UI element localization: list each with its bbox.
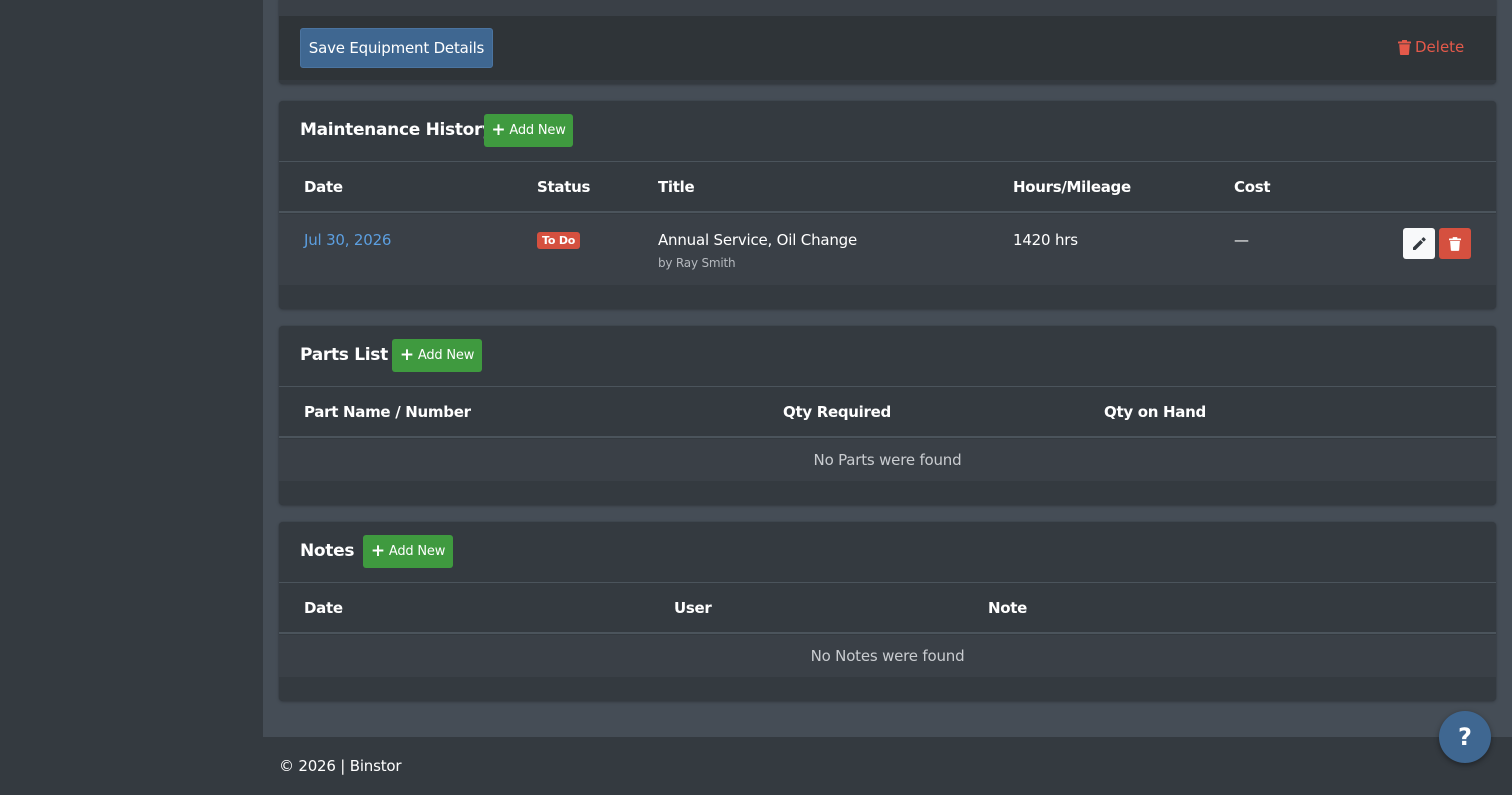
footer-copyright: © 2026 | Binstor xyxy=(279,757,402,775)
add-maintenance-button[interactable]: + Add New xyxy=(484,114,573,147)
add-part-button[interactable]: + Add New xyxy=(392,339,482,372)
col-note-date: Date xyxy=(304,599,343,617)
notes-empty-message: No Notes were found xyxy=(279,635,1496,677)
delete-label: Delete xyxy=(1415,38,1465,56)
maintenance-history-card: Maintenance History + Add New Date Statu… xyxy=(279,101,1496,309)
maintenance-date-link[interactable]: Jul 30, 2026 xyxy=(304,231,391,249)
help-button[interactable]: ? xyxy=(1439,711,1491,763)
card-footer: Save Equipment Details Delete xyxy=(279,16,1496,80)
plus-icon: + xyxy=(370,541,385,561)
trash-icon xyxy=(1449,236,1461,251)
plus-icon: + xyxy=(399,345,414,365)
parts-table-header: Part Name / Number Qty Required Qty on H… xyxy=(279,386,1496,438)
maintenance-cost-cell: — xyxy=(1234,231,1249,249)
add-note-button[interactable]: + Add New xyxy=(363,535,453,568)
parts-title: Parts List xyxy=(300,345,388,365)
edit-maintenance-button[interactable] xyxy=(1403,228,1435,259)
notes-header: Notes + Add New xyxy=(279,522,1496,583)
equipment-details-card: Save Equipment Details Delete xyxy=(279,0,1496,84)
card-body-remnant xyxy=(279,0,1496,16)
col-qty-on-hand: Qty on Hand xyxy=(1104,403,1206,421)
notes-table-header: Date User Note xyxy=(279,582,1496,634)
delete-button[interactable]: Delete xyxy=(1398,38,1464,56)
col-title: Title xyxy=(658,178,695,196)
table-row: Jul 30, 2026 To Do Annual Service, Oil C… xyxy=(279,214,1496,285)
col-hours: Hours/Mileage xyxy=(1013,178,1131,196)
page-footer: © 2026 | Binstor xyxy=(263,737,1512,795)
add-note-label: Add New xyxy=(388,544,446,559)
col-note-user: User xyxy=(674,599,712,617)
save-equipment-button[interactable]: Save Equipment Details xyxy=(300,28,493,68)
pencil-icon xyxy=(1413,236,1426,250)
maintenance-by: by Ray Smith xyxy=(658,256,736,270)
parts-header: Parts List + Add New xyxy=(279,326,1496,387)
col-part-name: Part Name / Number xyxy=(304,403,471,421)
maintenance-header: Maintenance History + Add New xyxy=(279,101,1496,162)
parts-empty-message: No Parts were found xyxy=(279,439,1496,481)
delete-maintenance-button[interactable] xyxy=(1439,228,1471,259)
col-qty-required: Qty Required xyxy=(783,403,891,421)
maintenance-title-cell: Annual Service, Oil Change xyxy=(658,231,858,249)
maintenance-table-header: Date Status Title Hours/Mileage Cost xyxy=(279,161,1496,213)
col-cost: Cost xyxy=(1234,178,1271,196)
plus-icon: + xyxy=(491,120,506,140)
maintenance-title: Maintenance History xyxy=(300,120,493,140)
notes-card: Notes + Add New Date User Note No Notes … xyxy=(279,522,1496,701)
add-maintenance-label: Add New xyxy=(509,123,566,138)
maintenance-hours-cell: 1420 hrs xyxy=(1013,231,1078,249)
col-status: Status xyxy=(537,178,591,196)
main-content: Save Equipment Details Delete Maintenanc… xyxy=(263,0,1512,737)
col-note-text: Note xyxy=(988,599,1028,617)
add-part-label: Add New xyxy=(417,348,475,363)
notes-title: Notes xyxy=(300,541,355,561)
col-date: Date xyxy=(304,178,343,196)
trash-icon xyxy=(1398,39,1411,55)
parts-list-card: Parts List + Add New Part Name / Number … xyxy=(279,326,1496,505)
sidebar xyxy=(0,0,263,795)
status-badge: To Do xyxy=(537,232,581,249)
